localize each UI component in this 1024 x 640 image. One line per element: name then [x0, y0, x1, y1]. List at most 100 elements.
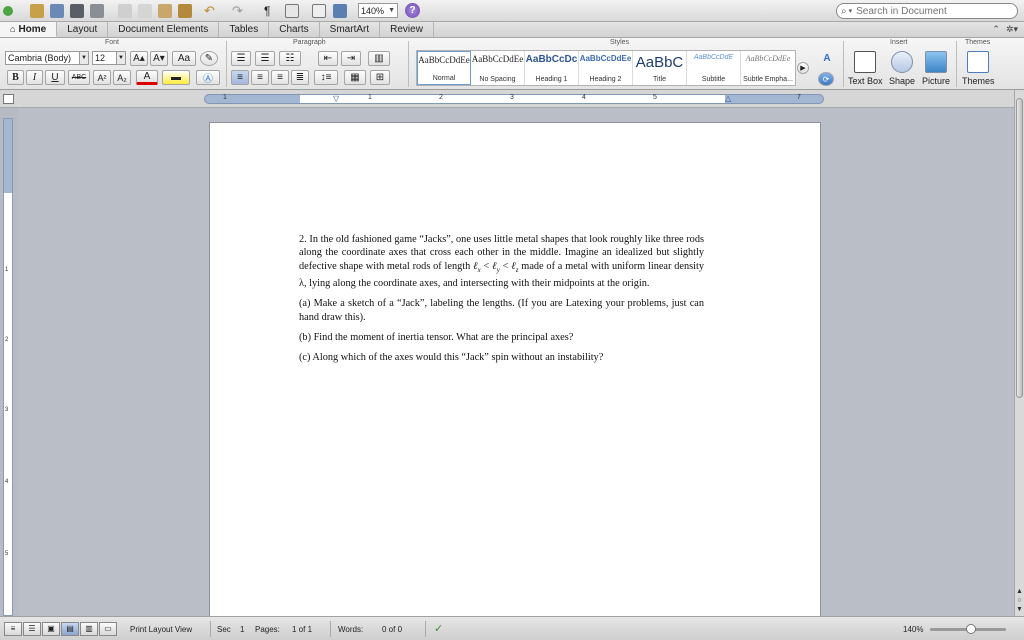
tab-home[interactable]: ⌂ Home — [0, 22, 58, 37]
tab-tables[interactable]: Tables — [219, 22, 270, 37]
gear-icon[interactable]: ✲▾ — [1006, 24, 1018, 35]
subscript-button[interactable]: A₂ — [113, 70, 131, 85]
align-left-button[interactable]: ≡ — [231, 70, 249, 85]
styles-pane-icon[interactable]: ⟳ — [818, 72, 834, 86]
align-right-button[interactable]: ≡ — [271, 70, 289, 85]
indent-icon: ⇥ — [346, 53, 356, 64]
style-normal[interactable]: AaBbCcDdEe Normal — [417, 51, 471, 85]
tab-stop-selector[interactable] — [3, 94, 14, 104]
numbering-button[interactable]: ☰ — [255, 51, 275, 66]
document-page[interactable]: 2. In the old fashioned game “Jacks”, on… — [209, 122, 821, 616]
line-spacing-button[interactable]: ↕≡ — [314, 70, 338, 85]
multilevel-list-button[interactable]: ☷ — [279, 51, 301, 66]
focus-view-button[interactable]: ▭ — [99, 622, 117, 636]
grow-font-button[interactable]: A▴ — [130, 51, 148, 66]
zoom-select[interactable]: 140% ▼ — [358, 3, 398, 18]
chevron-right-icon: ▶ — [800, 65, 806, 72]
highlight-button[interactable]: ▬ — [162, 70, 190, 85]
font-name-select[interactable]: Cambria (Body) ▼ — [5, 51, 89, 65]
ruler-number: 2 — [5, 337, 9, 343]
draft-view-button[interactable]: ≡ — [4, 622, 22, 636]
increase-indent-button[interactable]: ⇥ — [341, 51, 361, 66]
vertical-ruler[interactable]: 1 2 3 4 5 — [3, 118, 13, 616]
clear-formatting-icon[interactable]: ✎ — [200, 51, 218, 66]
borders-button[interactable]: ⊞ — [370, 70, 390, 85]
next-page-icon[interactable]: ▼ — [1015, 605, 1024, 614]
part-b: (b) Find the moment of inertia tensor. W… — [299, 331, 574, 343]
font-size-select[interactable]: 12 ▼ — [92, 51, 126, 65]
first-line-indent-marker[interactable]: ▽ — [333, 94, 339, 103]
open-icon[interactable] — [50, 3, 64, 19]
sidebar-icon[interactable] — [285, 3, 299, 19]
picture-button[interactable]: Picture — [922, 51, 950, 86]
publishing-view-button[interactable]: ▣ — [42, 622, 60, 636]
redo-icon[interactable]: ↷ — [232, 3, 243, 19]
templates-icon[interactable] — [30, 3, 44, 19]
print-layout-view-button[interactable]: ▤ — [61, 622, 79, 636]
outline-view-button[interactable]: ☰ — [23, 622, 41, 636]
pages-label: Pages: — [255, 625, 280, 634]
shading-button[interactable]: ▦ — [344, 70, 366, 85]
copy-icon[interactable] — [138, 3, 152, 19]
document-body[interactable]: 2. In the old fashioned game “Jacks”, on… — [299, 233, 704, 371]
new-document-icon[interactable] — [3, 3, 13, 19]
print-icon[interactable] — [90, 3, 104, 19]
show-formatting-icon[interactable]: ¶ — [264, 3, 270, 19]
style-heading-1[interactable]: AaBbCcDc Heading 1 — [525, 51, 579, 85]
notebook-view-button[interactable]: ▥ — [80, 622, 98, 636]
text-effects-button[interactable]: Ⓐ — [196, 70, 220, 85]
browse-object-icon[interactable]: ○ — [1015, 596, 1024, 605]
scroll-thumb[interactable] — [1016, 98, 1023, 398]
tab-charts[interactable]: Charts — [269, 22, 320, 37]
style-label: Subtle Empha... — [743, 76, 793, 83]
change-case-button[interactable]: Aa — [172, 51, 196, 66]
tab-layout[interactable]: Layout — [57, 22, 109, 37]
vertical-scrollbar[interactable]: ▲ ○ ▼ — [1014, 90, 1024, 616]
right-indent-marker[interactable]: △ — [725, 94, 731, 103]
style-heading-2[interactable]: AaBbCcDdEe Heading 2 — [579, 51, 633, 85]
style-title[interactable]: AaBbC Title — [633, 51, 687, 85]
justify-button[interactable]: ≣ — [291, 70, 309, 85]
zoom-slider[interactable] — [930, 624, 1006, 634]
gallery-icon[interactable] — [312, 3, 326, 19]
bullets-button[interactable]: ☰ — [231, 51, 251, 66]
themes-button[interactable]: Themes — [962, 51, 995, 86]
strikethrough-button[interactable]: ABC — [68, 70, 90, 85]
format-painter-icon[interactable] — [178, 3, 192, 19]
undo-icon[interactable]: ↶ — [204, 3, 215, 19]
style-subtitle[interactable]: AaBbCcDdE Subtitle — [687, 51, 741, 85]
style-subtle-emphasis[interactable]: AaBbCcDdEe Subtle Empha... — [741, 51, 795, 85]
paste-icon[interactable] — [158, 3, 172, 19]
superscript-button[interactable]: A² — [93, 70, 111, 85]
scroll-buttons: ▲ ○ ▼ — [1015, 587, 1024, 614]
spelling-status-icon[interactable]: ✓ — [434, 622, 443, 635]
italic-button[interactable]: I — [26, 70, 43, 85]
quick-styles-icon[interactable]: A — [818, 51, 836, 66]
style-no-spacing[interactable]: AaBbCcDdEe No Spacing — [471, 51, 525, 85]
decrease-indent-button[interactable]: ⇤ — [318, 51, 338, 66]
search-field[interactable]: ⌕ ▾ — [836, 3, 1018, 19]
shrink-font-button[interactable]: A▾ — [150, 51, 168, 66]
previous-page-icon[interactable]: ▲ — [1015, 587, 1024, 596]
help-icon[interactable]: ? — [405, 3, 420, 18]
horizontal-ruler[interactable]: 1 ▽ 1 2 3 4 5 △ 7 — [204, 94, 824, 104]
shape-button[interactable]: Shape — [889, 51, 915, 86]
tab-document-elements[interactable]: Document Elements — [108, 22, 220, 37]
zoom-slider-knob[interactable] — [966, 624, 976, 634]
styles-next-button[interactable]: ▶ — [797, 62, 809, 74]
bold-button[interactable]: B — [7, 70, 24, 85]
search-input[interactable] — [856, 5, 1007, 17]
underline-button[interactable]: U — [45, 70, 65, 85]
columns-button[interactable]: ▥ — [368, 51, 390, 66]
align-center-button[interactable]: ≡ — [251, 70, 269, 85]
publishing-view-icon: ▣ — [47, 624, 55, 633]
tab-review[interactable]: Review — [380, 22, 434, 37]
text-box-button[interactable]: Text Box — [848, 51, 883, 86]
cut-icon[interactable] — [118, 3, 132, 19]
toolbox-icon[interactable] — [333, 3, 347, 19]
search-icon: ⌕ — [841, 5, 847, 17]
save-icon[interactable] — [70, 3, 84, 19]
tab-smartart[interactable]: SmartArt — [320, 22, 381, 37]
font-color-button[interactable]: A — [136, 70, 158, 85]
collapse-ribbon-icon[interactable]: ⌃ — [992, 24, 1000, 35]
